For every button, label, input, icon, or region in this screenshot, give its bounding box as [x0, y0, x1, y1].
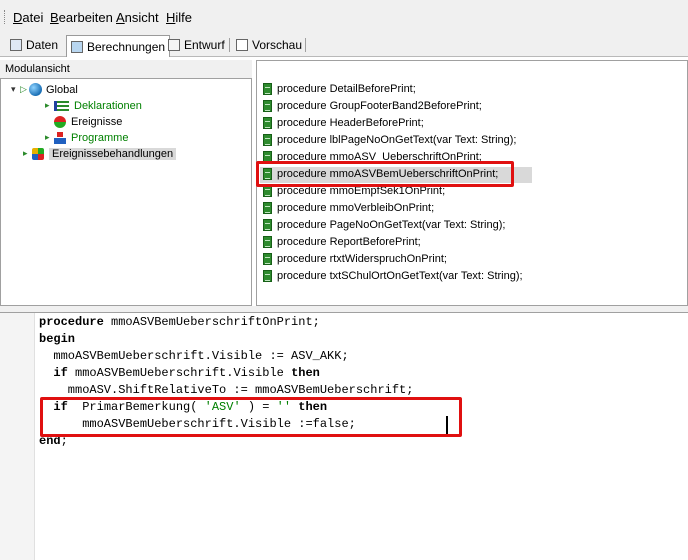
programs-icon: [54, 131, 66, 144]
tab-separator: [305, 38, 306, 52]
procedure-document-icon: [263, 219, 272, 231]
tab-vorschau[interactable]: Vorschau: [232, 36, 306, 54]
procedure-document-icon: [263, 83, 272, 95]
procedure-list-item[interactable]: procedure lblPageNoOnGetText(var Text: S…: [263, 132, 516, 148]
globe-icon: [29, 83, 42, 96]
procedure-document-icon: [263, 117, 272, 129]
procedure-label: procedure mmoVerbleibOnPrint;: [277, 202, 435, 214]
triangle-right-icon: ▷: [20, 84, 27, 94]
menu-hilfe[interactable]: Hilfe: [166, 10, 192, 25]
tree-item-deklarationen[interactable]: ▸ Deklarationen: [45, 98, 142, 113]
chevron-down-icon[interactable]: ▾: [11, 84, 20, 95]
procedure-list-item[interactable]: procedure rtxtWiderspruchOnPrint;: [263, 251, 447, 267]
procedure-label: procedure ReportBeforePrint;: [277, 236, 421, 248]
tab-separator: [229, 38, 230, 52]
module-panel-title: Modulansicht: [0, 60, 252, 78]
tab-daten[interactable]: Daten: [6, 36, 62, 54]
database-icon: [10, 39, 22, 51]
procedure-label: procedure GroupFooterBand2BeforePrint;: [277, 100, 482, 112]
menu-bar: Datei Bearbeiten Ansicht Hilfe: [0, 0, 688, 35]
tab-berechnungen[interactable]: Berechnungen: [66, 35, 171, 57]
code-line-2: begin: [39, 332, 76, 346]
procedure-list-item[interactable]: procedure txtSChulOrtOnGetText(var Text:…: [263, 268, 523, 284]
menu-datei[interactable]: Datei: [13, 10, 43, 25]
preview-icon: [236, 39, 248, 51]
tab-bar: Daten Berechnungen Entwurf Vorschau: [0, 34, 688, 57]
procedure-document-icon: [263, 236, 272, 248]
triangle-right-icon: ▸: [45, 100, 50, 110]
procedure-list-item[interactable]: procedure DetailBeforePrint;: [263, 81, 416, 97]
events-icon: [54, 115, 66, 128]
tree-item-programme[interactable]: ▸ Programme: [45, 130, 128, 145]
procedure-document-icon: [263, 202, 272, 214]
procedure-document-icon: [263, 100, 272, 112]
procedure-label: procedure DetailBeforePrint;: [277, 83, 416, 95]
event-handlers-icon: [32, 147, 44, 160]
procedure-document-icon: [263, 270, 272, 282]
procedure-label: procedure lblPageNoOnGetText(var Text: S…: [277, 134, 517, 146]
tab-entwurf[interactable]: Entwurf: [164, 36, 229, 54]
procedure-list-item[interactable]: procedure PageNoOnGetText(var Text: Stri…: [263, 217, 505, 233]
procedure-label: procedure rtxtWiderspruchOnPrint;: [277, 253, 447, 265]
menu-ansicht[interactable]: Ansicht: [116, 10, 159, 25]
tree-item-ereignisse[interactable]: Ereignisse: [45, 114, 122, 129]
code-line-4: if mmoASVBemUeberschrift.Visible then: [39, 366, 320, 380]
procedure-label: procedure txtSChulOrtOnGetText(var Text:…: [277, 270, 523, 282]
tree-item-ereignisbehandlungen[interactable]: ▸ Ereignissebehandlungen: [23, 146, 177, 161]
declarations-icon: [54, 100, 69, 111]
triangle-right-icon: ▸: [45, 132, 50, 142]
procedure-label: procedure PageNoOnGetText(var Text: Stri…: [277, 219, 506, 231]
highlight-box-code: [40, 397, 462, 437]
calculator-icon: [71, 40, 83, 53]
procedure-document-icon: [263, 134, 272, 146]
tree-item-global[interactable]: ▾ ▷ Global: [11, 82, 78, 97]
procedure-label: procedure HeaderBeforePrint;: [277, 117, 424, 129]
procedure-list-item[interactable]: procedure HeaderBeforePrint;: [263, 115, 424, 131]
procedure-list-item[interactable]: procedure mmoVerbleibOnPrint;: [263, 200, 434, 216]
menu-bearbeiten[interactable]: Bearbeiten: [50, 10, 113, 25]
module-tree: ▾ ▷ Global ▸ Deklarationen Ereignisse ▸ …: [0, 78, 252, 306]
editor-gutter: [0, 313, 35, 560]
code-line-3: mmoASVBemUeberschrift.Visible := ASV_AKK…: [39, 349, 349, 363]
triangle-right-icon: ▸: [23, 148, 28, 158]
design-icon: [168, 39, 180, 51]
procedure-document-icon: [263, 253, 272, 265]
menu-grip-icon: [4, 10, 8, 24]
procedure-list-item[interactable]: procedure ReportBeforePrint;: [263, 234, 421, 250]
procedure-list-item[interactable]: procedure GroupFooterBand2BeforePrint;: [263, 98, 482, 114]
highlight-box-procedure: [256, 161, 514, 187]
code-line-1: procedure mmoASVBemUeberschriftOnPrint;: [39, 315, 320, 329]
